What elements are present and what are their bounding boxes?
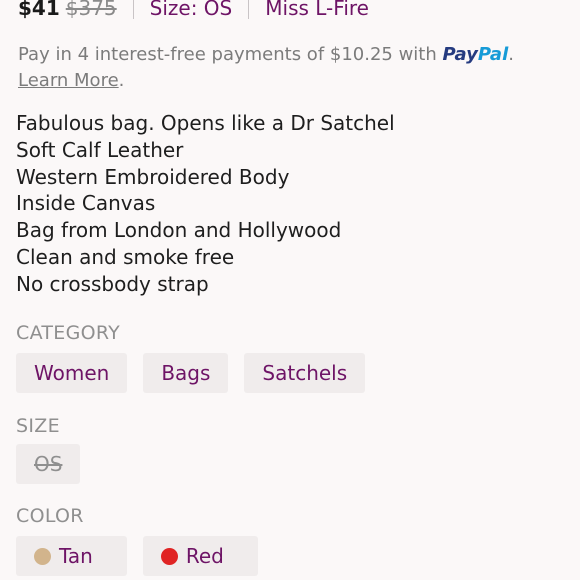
category-chip-women[interactable]: Women	[16, 353, 128, 393]
description-line: Soft Calf Leather	[16, 137, 184, 162]
description-line: Inside Canvas	[16, 191, 156, 216]
description-line: No crossbody strap	[16, 271, 209, 296]
size-link[interactable]: Size: OS	[150, 0, 233, 20]
paypal-logo-pal: Pal	[477, 44, 509, 65]
brand-link[interactable]: Miss L-Fire	[265, 0, 369, 20]
category-heading: CATEGORY	[16, 322, 121, 344]
category-chip-satchels[interactable]: Satchels	[244, 353, 366, 393]
paypal-logo-pay: Pay	[442, 44, 478, 65]
size-heading: SIZE	[16, 415, 60, 437]
size-chip-os[interactable]: OS	[16, 444, 81, 484]
category-chip-bags[interactable]: Bags	[143, 353, 229, 393]
paypal-installments-message: Pay in 4 interest-free payments of $10.2…	[18, 42, 558, 94]
color-chip-label: Red	[185, 544, 224, 568]
price-row: $41 $375 Size: OS Miss L-Fire	[18, 0, 369, 20]
installments-text: Pay in 4 interest-free payments of $10.2…	[18, 44, 443, 65]
description-line: Clean and smoke free	[16, 244, 235, 269]
divider	[248, 0, 250, 19]
period: .	[508, 44, 514, 65]
description-line: Bag from London and Hollywood	[16, 218, 342, 243]
original-price: $375	[65, 0, 117, 20]
color-heading: COLOR	[16, 505, 84, 527]
size-chips: OS	[16, 444, 81, 484]
period: .	[118, 70, 125, 91]
description-line: Western Embroidered Body	[16, 164, 290, 189]
color-chips: Tan Red	[16, 536, 258, 576]
item-description: Fabulous bag. Opens like a Dr Satchel So…	[16, 110, 395, 298]
paypal-logo: PayPal	[443, 44, 509, 65]
divider	[132, 0, 134, 19]
color-chip-tan[interactable]: Tan	[16, 536, 127, 576]
category-chips: Women Bags Satchels	[16, 353, 366, 393]
learn-more-link[interactable]: Learn More	[18, 70, 119, 91]
description-line: Fabulous bag. Opens like a Dr Satchel	[16, 111, 395, 135]
tan-swatch-icon	[34, 547, 51, 565]
color-chip-red[interactable]: Red	[142, 536, 258, 576]
color-chip-label: Tan	[59, 544, 93, 568]
red-swatch-icon	[160, 547, 178, 565]
price: $41	[18, 0, 60, 20]
